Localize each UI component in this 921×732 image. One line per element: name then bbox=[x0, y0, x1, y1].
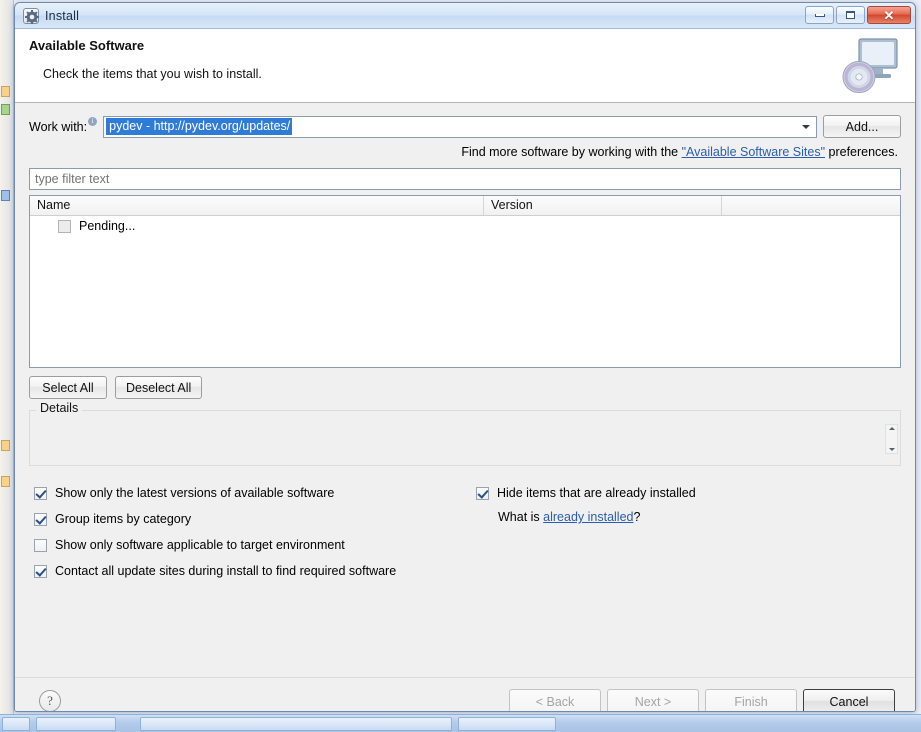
bg-decoration bbox=[1, 476, 10, 487]
option-label: Show only the latest versions of availab… bbox=[55, 486, 335, 500]
what-is-suffix: ? bbox=[633, 510, 641, 524]
work-with-label-text: Work with: bbox=[29, 119, 88, 134]
row-checkbox[interactable] bbox=[58, 219, 71, 233]
already-installed-link[interactable]: already installed bbox=[543, 510, 633, 524]
dialog-footer: ? < Back Next > Finish Cancel bbox=[15, 677, 915, 711]
taskbar-item[interactable] bbox=[36, 717, 116, 731]
page-subtitle: Check the items that you wish to install… bbox=[43, 67, 262, 81]
background-ide-strip bbox=[0, 0, 14, 714]
work-with-label: Work with: i bbox=[29, 116, 98, 134]
column-header-version[interactable]: Version bbox=[484, 196, 722, 215]
scroll-down-arrow-icon[interactable] bbox=[888, 448, 895, 451]
minimize-button[interactable] bbox=[805, 6, 834, 24]
desktop-background: Install ✕ Available Software Check the i… bbox=[0, 0, 921, 732]
minimize-icon bbox=[814, 13, 825, 17]
available-software-sites-link[interactable]: "Available Software Sites" bbox=[682, 145, 825, 159]
bg-decoration bbox=[1, 104, 10, 115]
work-with-value: pydev - http://pydev.org/updates/ bbox=[106, 118, 293, 135]
table-header: Name Version bbox=[30, 196, 900, 216]
what-is-prefix: What is bbox=[498, 510, 544, 524]
option-checkbox[interactable] bbox=[34, 564, 47, 578]
install-gear-icon bbox=[23, 7, 39, 24]
dialog-title: Install bbox=[45, 8, 80, 23]
find-more-software-text: Find more software by working with the "… bbox=[29, 145, 901, 159]
dialog-titlebar[interactable]: Install ✕ bbox=[15, 3, 915, 29]
taskbar-item[interactable] bbox=[2, 717, 30, 731]
add-site-button[interactable]: Add... bbox=[823, 115, 901, 138]
bg-decoration bbox=[1, 440, 10, 451]
page-title: Available Software bbox=[29, 38, 145, 53]
find-more-prefix: Find more software by working with the bbox=[461, 145, 682, 159]
details-label: Details bbox=[36, 401, 83, 415]
option-hide-installed[interactable]: Hide items that are already installed bbox=[476, 480, 696, 506]
option-label: Contact all update sites during install … bbox=[55, 564, 397, 578]
software-table[interactable]: Name Version Pending... bbox=[29, 195, 901, 368]
taskbar[interactable] bbox=[0, 714, 921, 732]
bg-decoration bbox=[1, 86, 10, 97]
install-dialog: Install ✕ Available Software Check the i… bbox=[14, 2, 916, 712]
option-checkbox[interactable] bbox=[476, 486, 489, 500]
scroll-up-arrow-icon[interactable] bbox=[888, 427, 895, 430]
option-label: Show only software applicable to target … bbox=[55, 538, 345, 552]
dialog-banner: Available Software Check the items that … bbox=[15, 29, 915, 103]
what-is-installed-text: What is already installed? bbox=[498, 510, 696, 524]
close-icon: ✕ bbox=[883, 7, 895, 23]
options-area: Show only the latest versions of availab… bbox=[29, 480, 901, 590]
wizard-buttons: < Back Next > Finish Cancel bbox=[509, 689, 895, 711]
help-icon[interactable]: ? bbox=[39, 690, 61, 711]
deselect-all-button[interactable]: Deselect All bbox=[115, 376, 203, 399]
option-checkbox[interactable] bbox=[34, 538, 47, 552]
details-scrollbar[interactable] bbox=[885, 424, 898, 454]
table-row[interactable]: Pending... bbox=[30, 216, 900, 236]
row-label: Pending... bbox=[79, 219, 136, 233]
work-with-combo[interactable]: pydev - http://pydev.org/updates/ bbox=[103, 115, 817, 138]
taskbar-item[interactable] bbox=[458, 717, 556, 731]
options-left-column: Show only the latest versions of availab… bbox=[34, 480, 396, 584]
close-button[interactable]: ✕ bbox=[867, 6, 911, 24]
chevron-down-icon[interactable] bbox=[797, 118, 815, 136]
details-group: Details bbox=[29, 401, 901, 466]
taskbar-item[interactable] bbox=[140, 717, 452, 731]
maximize-button[interactable] bbox=[836, 6, 865, 24]
dialog-content: Work with: i pydev - http://pydev.org/upd… bbox=[15, 103, 915, 677]
selection-buttons: Select All Deselect All bbox=[29, 376, 901, 399]
option-latest-versions[interactable]: Show only the latest versions of availab… bbox=[34, 480, 396, 506]
cancel-button[interactable]: Cancel bbox=[803, 689, 895, 711]
column-header-extra[interactable] bbox=[722, 196, 900, 215]
find-more-suffix: preferences. bbox=[825, 145, 899, 159]
info-icon[interactable]: i bbox=[88, 116, 98, 126]
window-controls: ✕ bbox=[805, 6, 911, 24]
option-applicable-to-target[interactable]: Show only software applicable to target … bbox=[34, 532, 396, 558]
filter-input[interactable] bbox=[29, 168, 901, 190]
option-contact-all-update-sites[interactable]: Contact all update sites during install … bbox=[34, 558, 396, 584]
next-button[interactable]: Next > bbox=[607, 689, 699, 711]
option-label: Group items by category bbox=[55, 512, 192, 526]
bg-decoration bbox=[1, 190, 10, 201]
options-right-column: Hide items that are already installed Wh… bbox=[476, 480, 696, 524]
finish-button[interactable]: Finish bbox=[705, 689, 797, 711]
back-button[interactable]: < Back bbox=[509, 689, 601, 711]
option-label: Hide items that are already installed bbox=[497, 486, 696, 500]
select-all-button[interactable]: Select All bbox=[29, 376, 107, 399]
work-with-row: Work with: i pydev - http://pydev.org/upd… bbox=[29, 103, 901, 138]
option-checkbox[interactable] bbox=[34, 486, 47, 500]
monitor-disc-icon bbox=[837, 33, 903, 99]
option-group-by-category[interactable]: Group items by category bbox=[34, 506, 396, 532]
column-header-name[interactable]: Name bbox=[30, 196, 484, 215]
maximize-icon bbox=[846, 11, 855, 19]
option-checkbox[interactable] bbox=[34, 512, 47, 526]
